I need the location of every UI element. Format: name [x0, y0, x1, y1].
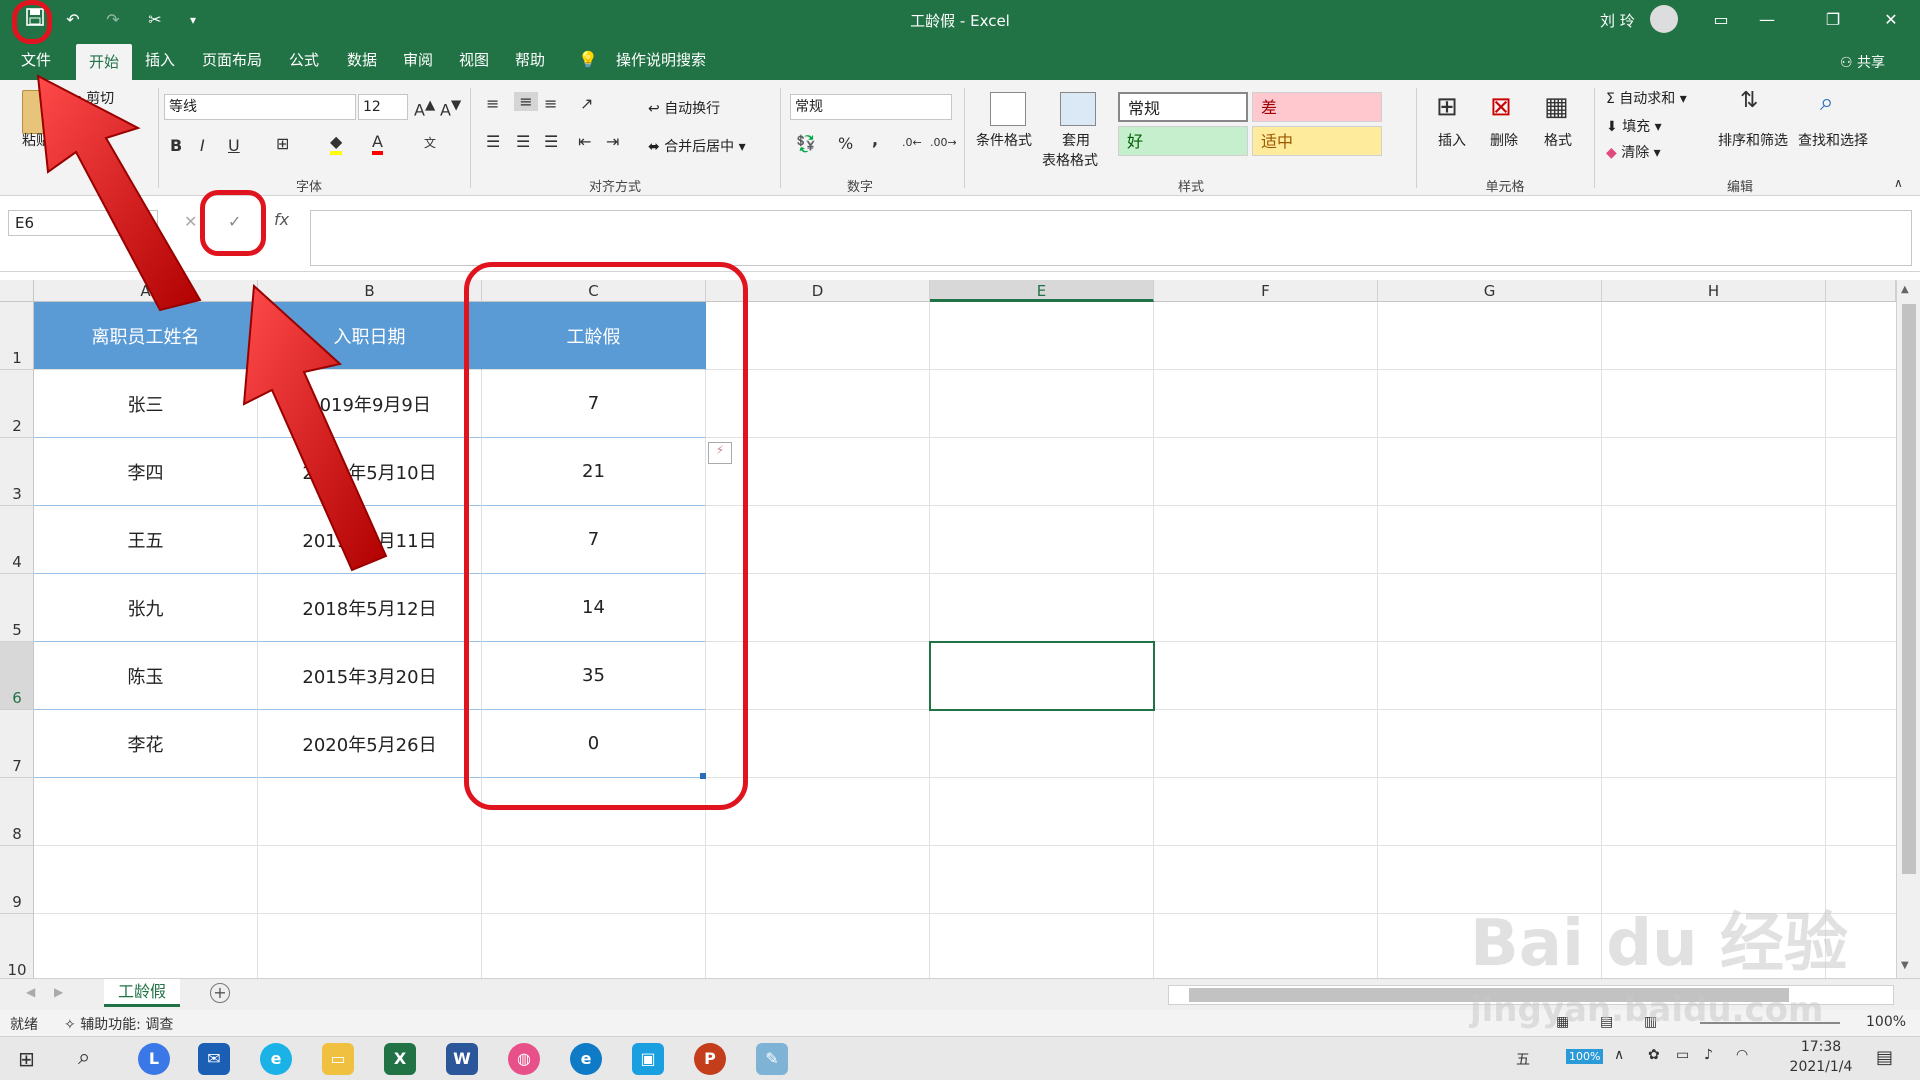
arrow-to-save [36, 74, 202, 312]
watermark-url: jingyan.baidu.com [1470, 990, 1824, 1030]
watermark-logo: Bai du 经验 [1470, 907, 1848, 981]
arrow-to-check [242, 283, 388, 572]
